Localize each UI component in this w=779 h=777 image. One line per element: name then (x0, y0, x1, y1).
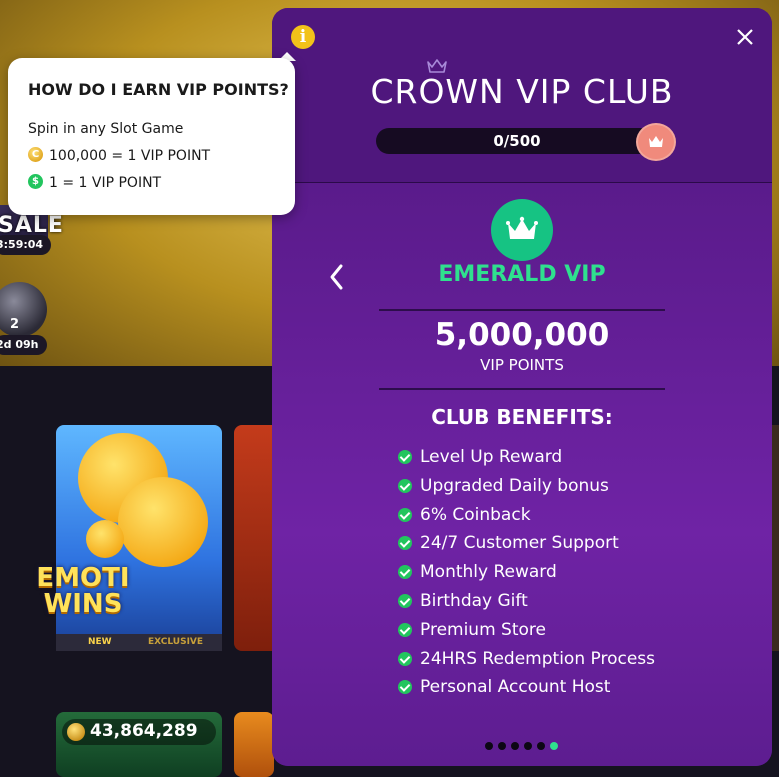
game-tile-bottom[interactable] (234, 712, 274, 777)
page-dot[interactable] (524, 742, 532, 750)
heart-eyes-emoji-icon (118, 477, 208, 567)
vip-club-modal: i CROWN VIP CLUB 0/500 EMERALD VIP 5,000… (272, 8, 772, 766)
emerald-crown-badge (491, 199, 553, 261)
vip-progress-label: 0/500 (493, 132, 541, 150)
club-title: CROWN VIP CLUB (370, 72, 674, 111)
check-icon (398, 479, 412, 493)
tier-points-label: VIP POINTS (480, 356, 564, 374)
page-dot[interactable] (537, 742, 545, 750)
tier-points-value: 5,000,000 (434, 317, 610, 353)
tooltip-title: HOW DO I EARN VIP POINTS? (28, 80, 289, 99)
divider-bottom (379, 388, 665, 390)
gold-coin-icon (28, 147, 43, 162)
divider-top (379, 309, 665, 311)
close-icon[interactable] (734, 26, 756, 48)
jackpot-value: 43,864,289 (90, 721, 198, 741)
check-icon (398, 594, 412, 608)
check-icon (398, 623, 412, 637)
bonus-orb-timer: 2d 09h (0, 335, 47, 355)
check-icon (398, 565, 412, 579)
page-dot-active[interactable] (550, 742, 558, 750)
tooltip-intro: Spin in any Slot Game (28, 121, 184, 137)
page-dot[interactable] (511, 742, 519, 750)
tooltip-cash-rate: 1 = 1 VIP POINT (49, 175, 162, 191)
tag-new: NEW (88, 637, 112, 647)
sale-timer: 3:59:04 (0, 235, 52, 255)
info-icon[interactable]: i (291, 25, 315, 49)
tooltip-coin-rate-row: 100,000 = 1 VIP POINT (28, 147, 210, 164)
game-tile-title: EMOTI WINS (36, 563, 130, 619)
coin-icon (67, 723, 85, 741)
tag-exclusive: EXCLUSIVE (148, 637, 204, 647)
game-tile-tags: NEW EXCLUSIVE (56, 634, 222, 651)
check-icon (398, 536, 412, 550)
check-icon (398, 508, 412, 522)
check-icon (398, 680, 412, 694)
page-indicator (485, 742, 575, 752)
vip-points-tooltip: HOW DO I EARN VIP POINTS? Spin in any Sl… (8, 58, 295, 215)
smile-emoji-icon (86, 520, 124, 558)
tooltip-cash-rate-row: 1 = 1 VIP POINT (28, 174, 161, 191)
bonus-orb-count: 2 (10, 317, 20, 332)
tooltip-coin-rate: 100,000 = 1 VIP POINT (49, 148, 211, 164)
crown-icon (427, 59, 447, 73)
tier-name: EMERALD VIP (438, 262, 606, 287)
check-icon (398, 652, 412, 666)
cash-coin-icon (28, 174, 43, 189)
page-dot[interactable] (498, 742, 506, 750)
progress-crown-badge (638, 125, 674, 159)
benefits-title: CLUB BENEFITS: (431, 405, 613, 429)
page-dot[interactable] (485, 742, 493, 750)
check-icon (398, 450, 412, 464)
